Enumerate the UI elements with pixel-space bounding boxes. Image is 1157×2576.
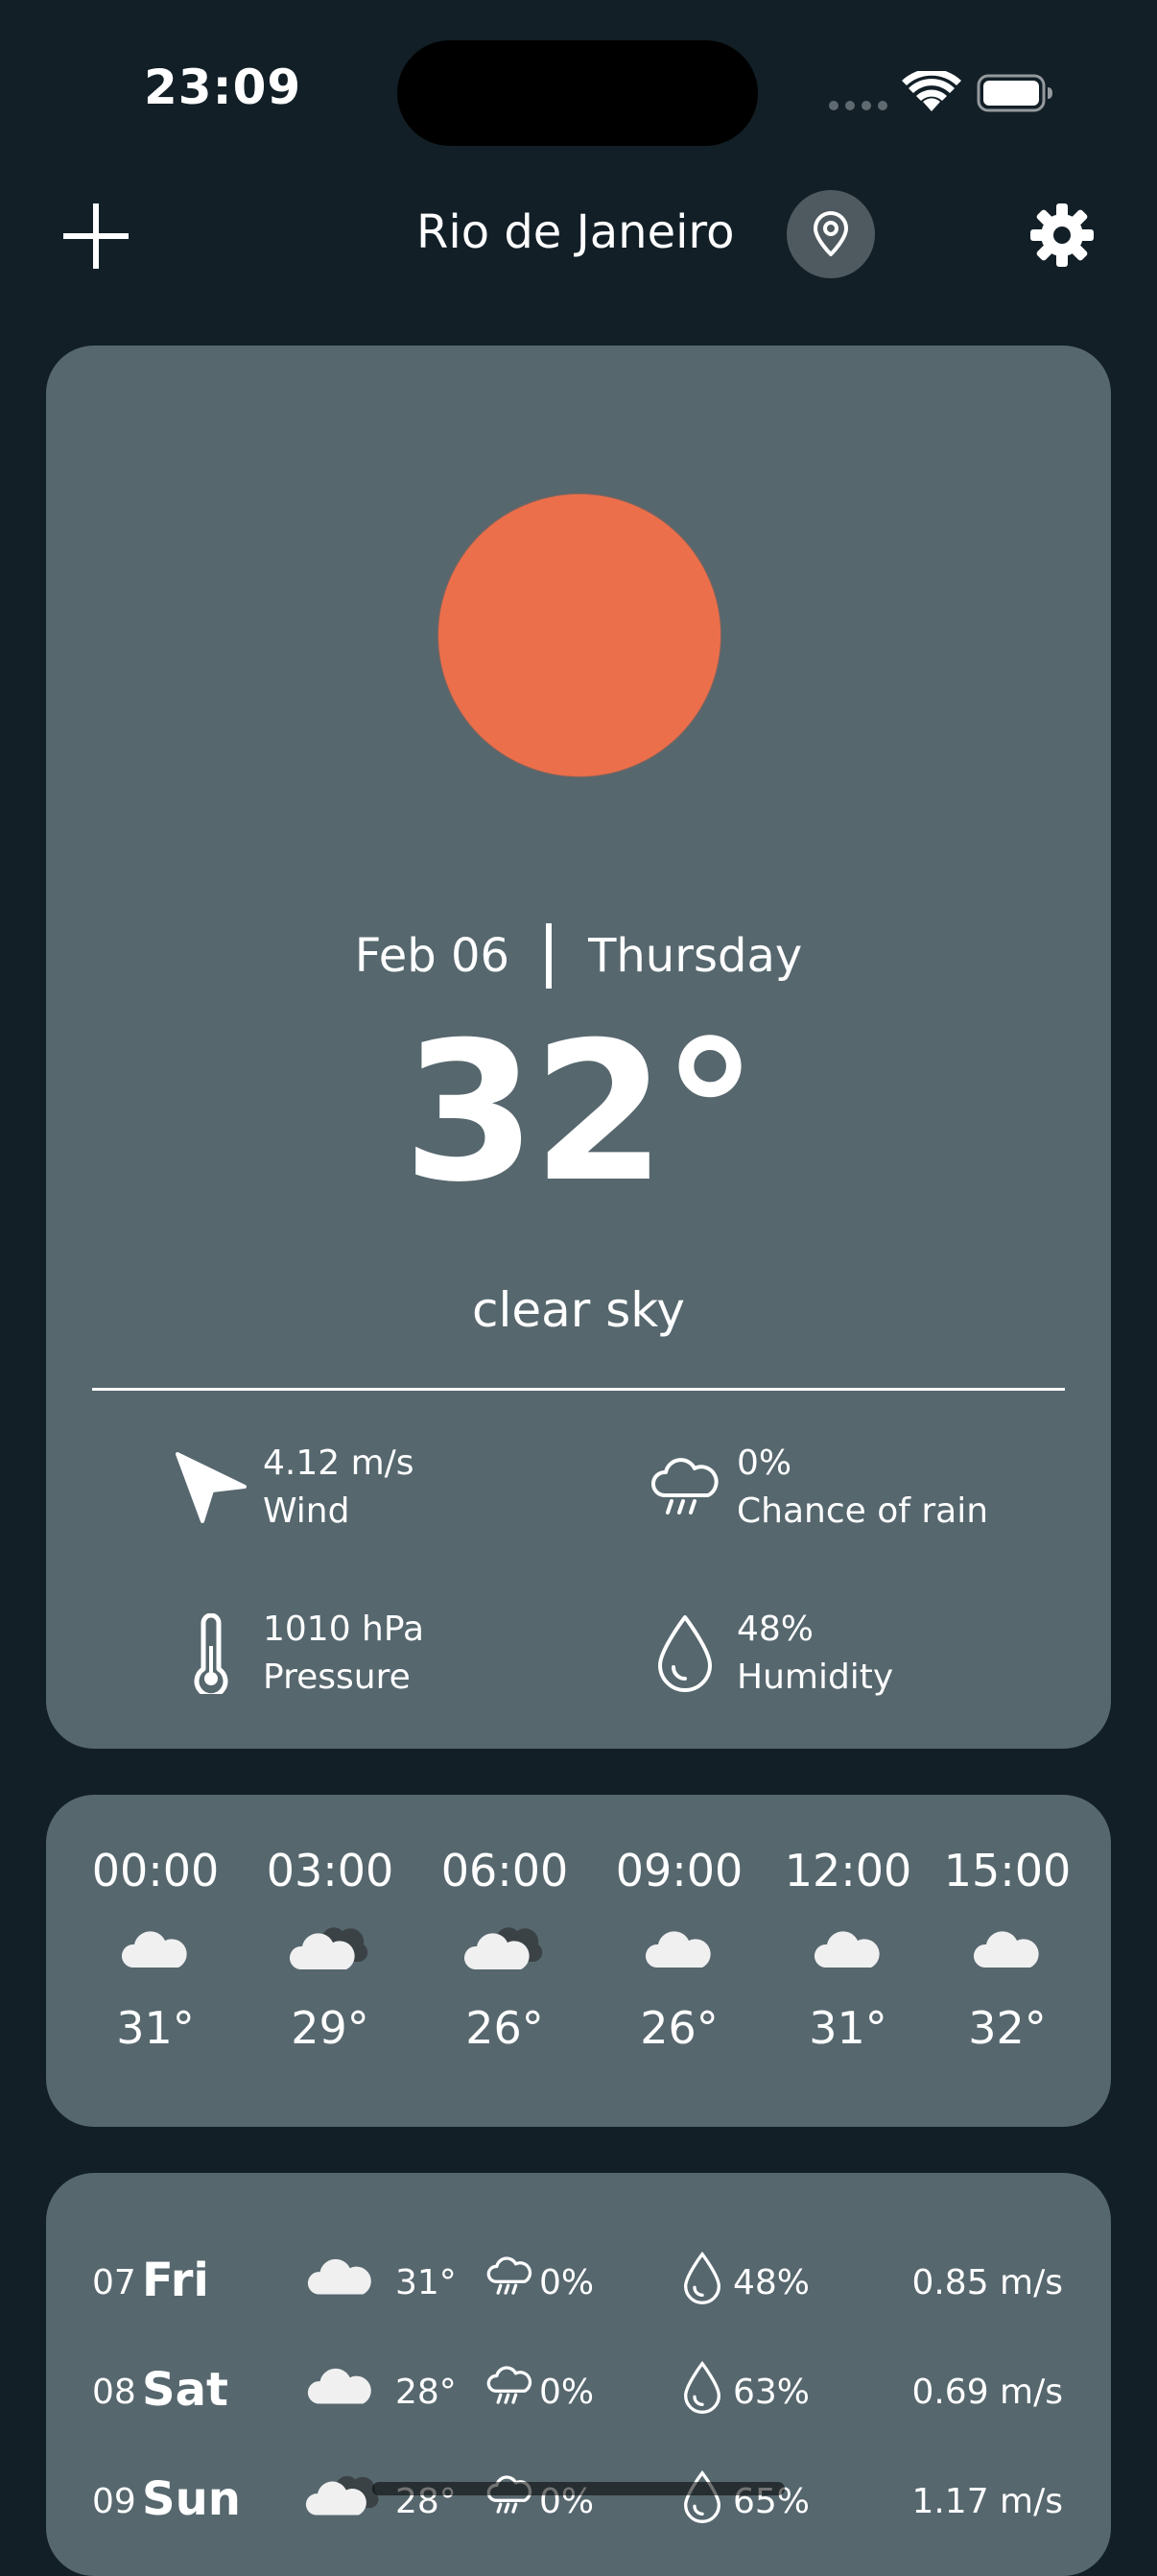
pressure-value: 1010 hPa xyxy=(263,1610,425,1649)
rain-label: Chance of rain xyxy=(737,1491,989,1531)
gear-icon xyxy=(1030,203,1094,267)
hourly-time: 09:00 xyxy=(615,1845,744,1896)
wifi-icon xyxy=(902,71,961,111)
date-separator xyxy=(546,923,553,989)
wind-direction-icon xyxy=(176,1452,247,1523)
pressure-label: Pressure xyxy=(263,1658,411,1697)
hourly-item: 09:00 26° xyxy=(602,1845,756,2054)
humidity-stat: 48% Humidity xyxy=(647,1606,893,1702)
humidity-label: Humidity xyxy=(737,1658,894,1697)
daily-day-name: Sat xyxy=(142,2363,228,2417)
weather-condition: clear sky xyxy=(471,1282,686,1338)
hourly-item: 06:00 26° xyxy=(428,1845,581,2054)
hourly-time: 00:00 xyxy=(91,1845,220,1896)
cloud-icon xyxy=(973,1931,1039,1968)
plus-icon xyxy=(63,203,129,269)
rain-cloud-icon xyxy=(486,2366,532,2404)
hourly-time: 12:00 xyxy=(784,1845,912,1896)
cloud-icon xyxy=(814,1931,880,1968)
hourly-temp: 32° xyxy=(968,2002,1047,2054)
daily-row: 08 Sat 28° 0% 63% 0.69 m/s xyxy=(46,2353,1111,2421)
cloud-night-icon xyxy=(305,2475,379,2516)
cloud-icon xyxy=(307,2258,371,2295)
daily-wind: 1.17 m/s xyxy=(911,2482,1063,2521)
wind-label: Wind xyxy=(263,1491,350,1531)
city-name: Rio de Janeiro xyxy=(416,205,735,259)
humidity-drop-icon xyxy=(683,2252,721,2304)
cloud-icon xyxy=(645,1931,711,1968)
divider xyxy=(92,1388,1065,1391)
daily-row: 09 Sun 28° 0% 65% 1.17 m/s xyxy=(46,2463,1111,2530)
cloud-night-icon xyxy=(463,1927,543,1969)
daily-humidity: 48% xyxy=(733,2263,811,2302)
pressure-stat: 1010 hPa Pressure xyxy=(173,1606,424,1702)
daily-temp: 28° xyxy=(395,2373,457,2412)
hourly-time: 03:00 xyxy=(266,1845,394,1896)
hourly-item: 15:00 32° xyxy=(931,1845,1084,2054)
cloud-icon xyxy=(307,2368,371,2404)
daily-humidity: 63% xyxy=(733,2373,811,2412)
rain-stat: 0% Chance of rain xyxy=(647,1440,988,1536)
thermometer-icon xyxy=(194,1613,228,1694)
sun-icon xyxy=(438,494,720,776)
daily-temp: 31° xyxy=(395,2263,457,2302)
hourly-temp: 31° xyxy=(809,2002,887,2054)
daily-wind: 0.85 m/s xyxy=(911,2263,1063,2302)
daily-rain-chance: 0% xyxy=(539,2263,595,2302)
hourly-temp: 31° xyxy=(116,2002,195,2054)
rain-cloud-icon xyxy=(486,2256,532,2295)
wind-value: 4.12 m/s xyxy=(263,1443,414,1483)
home-indicator[interactable] xyxy=(372,2482,785,2495)
settings-button[interactable] xyxy=(1028,202,1096,269)
daily-row: 07 Fri 31° 0% 48% 0.85 m/s xyxy=(46,2244,1111,2311)
current-weekday: Thursday xyxy=(588,929,803,983)
daily-date-number: 07 xyxy=(92,2263,136,2302)
hourly-temp: 26° xyxy=(640,2002,719,2054)
signal-dots-icon xyxy=(829,101,887,110)
add-city-button[interactable] xyxy=(59,200,132,273)
cloud-icon xyxy=(121,1931,187,1968)
daily-day-name: Fri xyxy=(142,2254,209,2307)
cloud-night-icon xyxy=(289,1927,368,1969)
rain-cloud-icon xyxy=(486,2475,532,2514)
daily-forecast-card: 07 Fri 31° 0% 48% 0.85 m/s 08 Sat 28° 0%… xyxy=(46,2173,1111,2576)
wind-stat: 4.12 m/s Wind xyxy=(173,1440,414,1536)
current-temperature: 32° xyxy=(402,1001,758,1225)
location-pin-icon xyxy=(814,211,848,256)
daily-date-number: 09 xyxy=(92,2482,136,2521)
hourly-time: 06:00 xyxy=(440,1845,569,1896)
daily-day-name: Sun xyxy=(142,2472,241,2526)
hourly-item: 03:00 29° xyxy=(253,1845,407,2054)
daily-rain-chance: 0% xyxy=(539,2373,595,2412)
date-row: Feb 06 Thursday xyxy=(0,923,1157,989)
humidity-value: 48% xyxy=(737,1610,815,1649)
daily-wind: 0.69 m/s xyxy=(911,2373,1063,2412)
humidity-drop-icon xyxy=(683,2361,721,2414)
rain-value: 0% xyxy=(737,1443,792,1483)
daily-date-number: 08 xyxy=(92,2373,136,2412)
dynamic-island xyxy=(397,40,758,146)
battery-icon xyxy=(977,74,1052,112)
status-time: 23:09 xyxy=(144,60,302,115)
location-button[interactable] xyxy=(787,190,875,278)
hourly-temp: 29° xyxy=(291,2002,369,2054)
current-date: Feb 06 xyxy=(354,929,510,983)
rain-cloud-icon xyxy=(651,1458,719,1515)
hourly-forecast-card: 00:00 31° 03:00 29° 06:00 26° 09:00 26° … xyxy=(46,1795,1111,2127)
hourly-time: 15:00 xyxy=(943,1845,1072,1896)
hourly-item: 12:00 31° xyxy=(771,1845,925,2054)
humidity-drop-icon xyxy=(658,1615,712,1692)
hourly-item: 00:00 31° xyxy=(79,1845,232,2054)
hourly-temp: 26° xyxy=(465,2002,544,2054)
